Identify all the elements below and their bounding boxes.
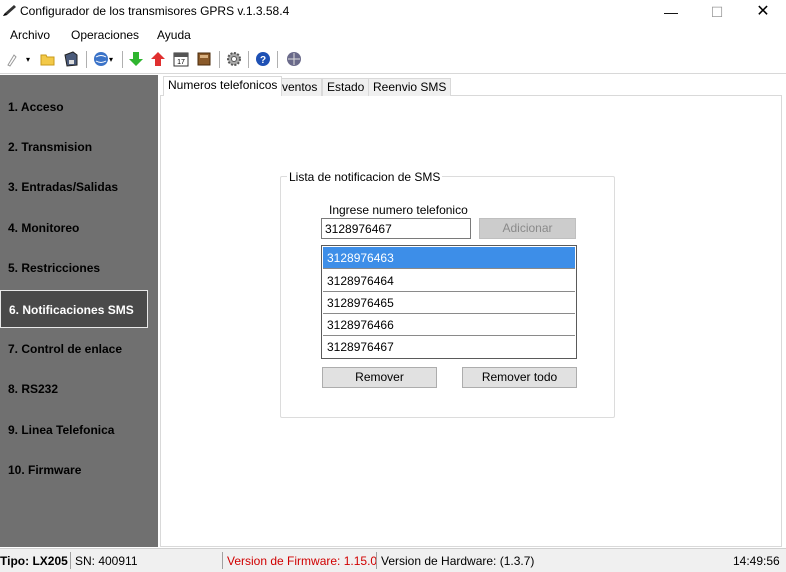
sidebar-item-linea-telefonica[interactable]: 9. Linea Telefonica [0,410,158,450]
phone-input-label: Ingrese numero telefonico [329,203,468,217]
sidebar-item-firmware[interactable]: 10. Firmware [0,450,158,490]
hardware-version: Version de Hardware: (1.3.7) [381,554,535,568]
sidebar-item-control-de-enlace[interactable]: 7. Control de enlace [0,329,158,369]
status-bar: Tipo: LX205 SN: 400911 Version de Firmwa… [0,548,786,572]
tab-numeros-telefonicos[interactable]: Numeros telefonicos [163,76,283,96]
menu-bar: Archivo Operaciones Ayuda [0,24,786,46]
phone-number-list[interactable]: 3128976463 3128976464 3128976465 3128976… [321,245,577,359]
app-pen-icon [3,5,16,16]
new-icon[interactable] [4,51,20,67]
network-icon[interactable] [286,51,302,67]
open-folder-icon[interactable] [40,51,56,67]
toolbar-separator [122,51,123,68]
list-item[interactable]: 3128976465 [323,292,575,314]
window-title: Configurador de los transmisores GPRS v.… [20,4,290,18]
toolbar: ▾ ▾ 17 ? [0,47,786,74]
status-divider [222,552,223,569]
menu-operaciones[interactable]: Operaciones [71,28,139,42]
svg-text:17: 17 [177,59,185,66]
help-icon[interactable]: ? [255,51,271,67]
maximize-button[interactable]: ☐ [694,0,740,24]
tab-estado[interactable]: Estado [322,78,370,96]
toolbar-separator [277,51,278,68]
save-icon[interactable] [63,51,79,67]
settings-gear-icon[interactable] [226,51,242,67]
connect-globe-icon[interactable] [93,51,109,67]
toolbar-separator [248,51,249,68]
menu-archivo[interactable]: Archivo [10,28,50,42]
clock: 14:49:56 [733,554,780,568]
title-bar: Configurador de los transmisores GPRS v.… [0,0,786,24]
sidebar-item-transmision[interactable]: 2. Transmision [0,127,158,167]
menu-ayuda[interactable]: Ayuda [157,28,191,42]
toolbar-separator [219,51,220,68]
dropdown-arrow-icon[interactable]: ▾ [26,55,34,71]
list-item[interactable]: 3128976464 [323,270,575,292]
upload-arrow-icon[interactable] [150,51,166,67]
tab-reenvio-sms[interactable]: Reenvio SMS [368,78,452,96]
minimize-button[interactable]: — [648,0,694,24]
sidebar-item-restricciones[interactable]: 5. Restricciones [0,248,158,288]
phone-input[interactable] [321,218,471,239]
download-arrow-icon[interactable] [128,51,144,67]
group-legend: Lista de notificacion de SMS [287,170,443,184]
dropdown-arrow-icon[interactable]: ▾ [109,55,117,71]
serial-number: SN: 400911 [75,554,138,568]
status-divider [70,552,71,569]
calendar-icon[interactable]: 17 [173,51,189,67]
sidebar-item-monitoreo[interactable]: 4. Monitoreo [0,208,158,248]
sidebar-item-entradas-salidas[interactable]: 3. Entradas/Salidas [0,167,158,207]
close-button[interactable]: ✕ [740,0,786,24]
sidebar: 1. Acceso 2. Transmision 3. Entradas/Sal… [0,75,158,547]
toolbar-separator [86,51,87,68]
sidebar-item-rs232[interactable]: 8. RS232 [0,369,158,409]
status-divider [376,552,377,569]
add-button[interactable]: Adicionar [479,218,576,239]
sidebar-item-notificaciones-sms[interactable]: 6. Notificaciones SMS [0,290,148,328]
list-item[interactable]: 3128976466 [323,314,575,336]
device-type: Tipo: LX205 [0,554,68,568]
firmware-version: Version de Firmware: 1.15.0 [227,554,378,568]
remove-all-button[interactable]: Remover todo [462,367,577,388]
sidebar-item-acceso[interactable]: 1. Acceso [0,87,158,127]
svg-text:?: ? [260,55,266,66]
list-item[interactable]: 3128976467 [323,336,575,358]
book-icon[interactable] [196,51,212,67]
list-item[interactable]: 3128976463 [323,247,575,269]
remove-button[interactable]: Remover [322,367,437,388]
